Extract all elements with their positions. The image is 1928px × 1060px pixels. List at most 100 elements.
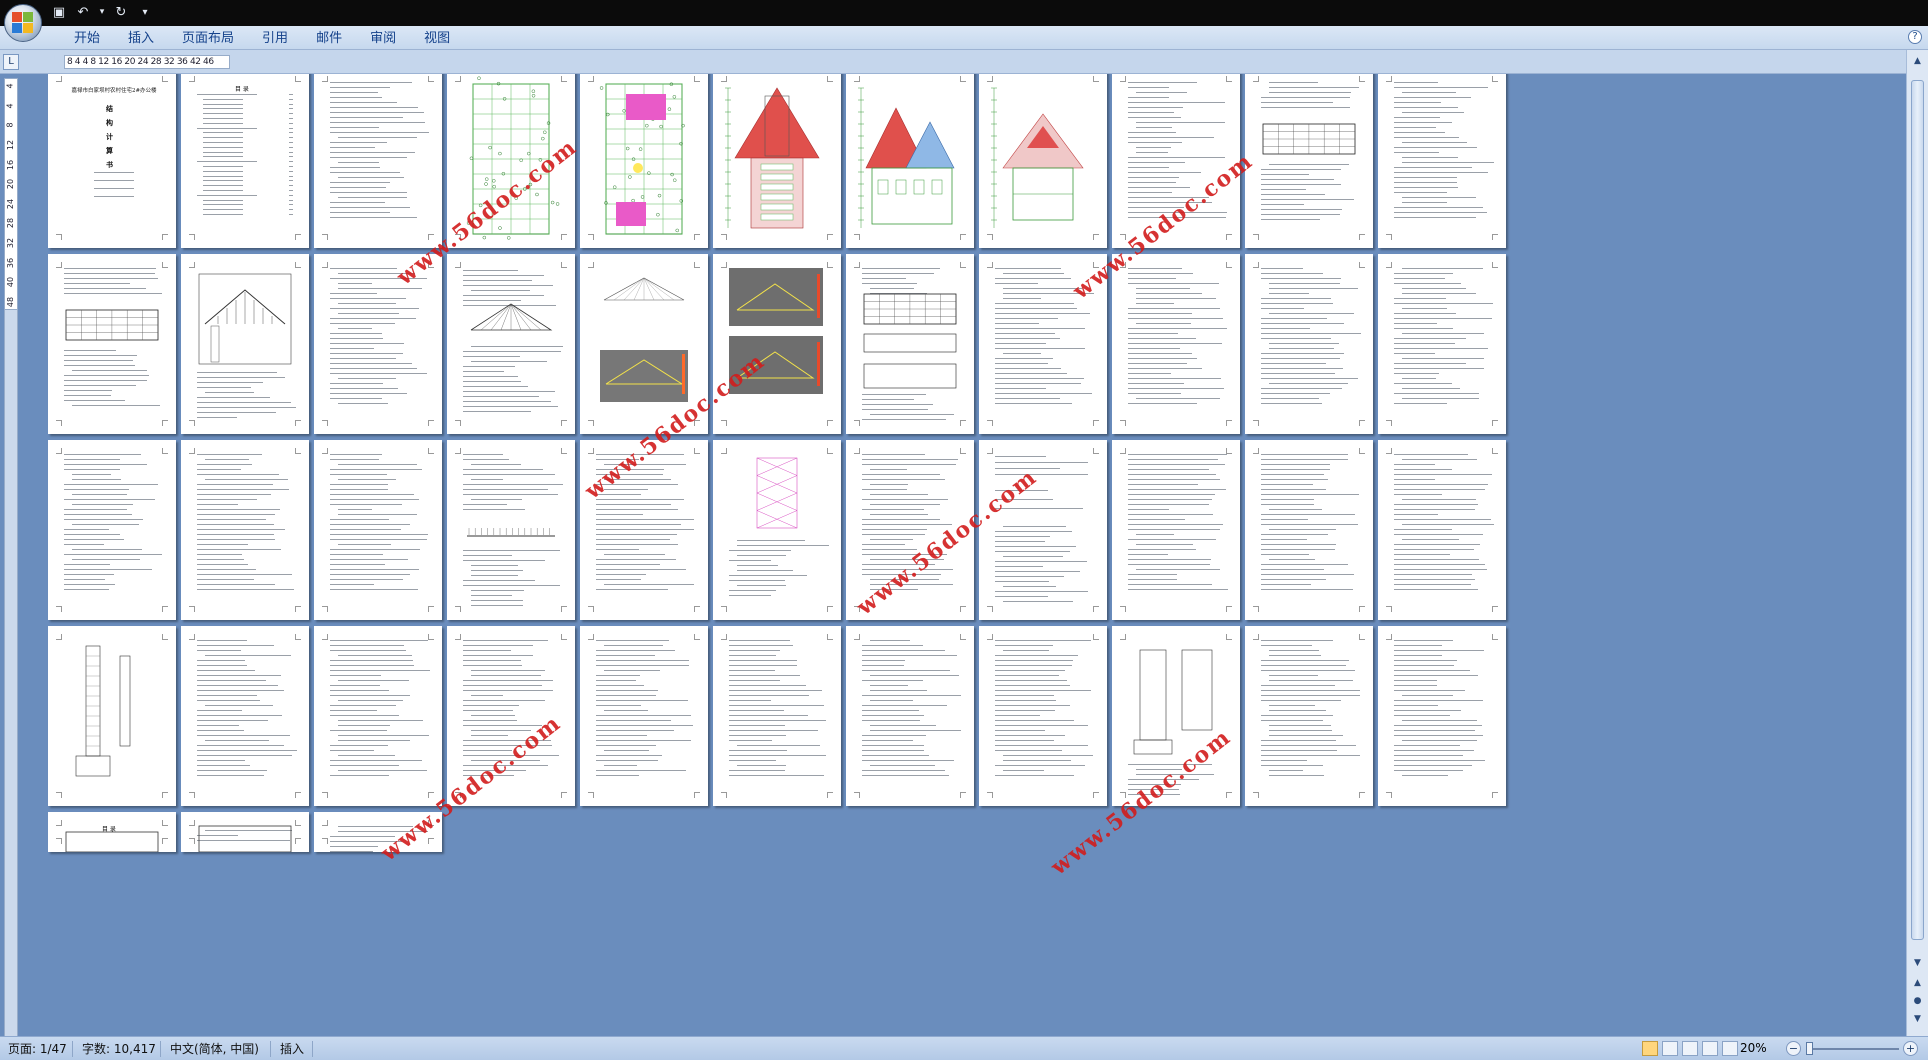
office-button[interactable] <box>4 4 42 42</box>
page-thumbnail[interactable] <box>580 74 708 248</box>
page-thumbnail[interactable] <box>314 74 442 248</box>
outline-view-button[interactable] <box>1702 1041 1718 1056</box>
page-thumbnail[interactable] <box>580 626 708 806</box>
page-content-graphic <box>1245 440 1373 620</box>
redo-icon[interactable]: ↻ <box>112 3 130 21</box>
zoom-out-icon[interactable]: − <box>1786 1041 1801 1056</box>
ribbon-tab-0[interactable]: 开始 <box>60 29 114 49</box>
page-thumbnail[interactable]: 目 录 <box>181 74 309 248</box>
page-thumbnail[interactable] <box>1378 254 1506 434</box>
tab-selector-button[interactable]: L <box>3 54 19 70</box>
full-screen-reading-button[interactable] <box>1662 1041 1678 1056</box>
page-thumbnail[interactable] <box>1245 74 1373 248</box>
page-content-graphic <box>65 831 159 852</box>
page-thumbnail[interactable] <box>846 626 974 806</box>
page-content-graphic <box>979 626 1107 806</box>
print-layout-view-button[interactable] <box>1642 1041 1658 1056</box>
vertical-ruler-label: 24 <box>6 198 15 209</box>
page-content-graphic <box>599 82 685 235</box>
page-thumbnail[interactable] <box>1112 440 1240 620</box>
page-thumbnail[interactable] <box>314 254 442 434</box>
page-content-graphic <box>1112 440 1240 620</box>
ribbon-tab-4[interactable]: 邮件 <box>302 29 356 49</box>
vertical-ruler-label: 20 <box>6 179 15 190</box>
page-thumbnail[interactable] <box>979 440 1107 620</box>
previous-page-icon[interactable]: ▲ <box>1910 976 1925 990</box>
ribbon-tab-3[interactable]: 引用 <box>248 29 302 49</box>
page-thumbnail[interactable]: 目 录 <box>48 812 176 852</box>
page-thumbnail[interactable] <box>846 74 974 248</box>
ribbon-tab-2[interactable]: 页面布局 <box>168 29 248 49</box>
page-thumbnail[interactable] <box>1245 440 1373 620</box>
web-layout-view-button[interactable] <box>1682 1041 1698 1056</box>
vertical-ruler-label: 32 <box>6 237 15 249</box>
vertical-scrollbar[interactable]: ▲ ▼ ▲ ● ▼ <box>1906 50 1928 1036</box>
page-content-graphic <box>1378 74 1506 248</box>
scroll-down-icon[interactable]: ▼ <box>1910 956 1925 970</box>
ribbon-tab-1[interactable]: 插入 <box>114 29 168 49</box>
help-icon[interactable]: ? <box>1908 30 1922 44</box>
page-thumbnail[interactable] <box>979 74 1107 248</box>
save-icon[interactable]: ▣ <box>50 3 68 21</box>
page-thumbnail[interactable] <box>181 626 309 806</box>
page-thumbnail[interactable] <box>48 626 176 806</box>
page-content-graphic <box>846 626 974 806</box>
page-thumbnail[interactable]: 嘉禄市白家坝村农村住宅2#办公楼结构计算书 <box>48 74 176 248</box>
browse-object-icon[interactable]: ● <box>1910 994 1925 1008</box>
page-content-graphic <box>198 825 292 852</box>
page-thumbnail[interactable] <box>314 440 442 620</box>
language-indicator[interactable]: 中文(简体, 中国) <box>170 1041 259 1057</box>
page-thumbnail[interactable] <box>1245 254 1373 434</box>
scrollbar-thumb[interactable] <box>1911 80 1924 940</box>
page-thumbnail[interactable] <box>48 254 176 434</box>
zoom-level[interactable]: 20% <box>1740 1041 1767 1055</box>
page-thumbnail[interactable] <box>1378 74 1506 248</box>
page-thumbnail[interactable] <box>713 626 841 806</box>
zoom-in-icon[interactable]: + <box>1903 1041 1918 1056</box>
next-page-icon[interactable]: ▼ <box>1910 1012 1925 1026</box>
page-thumbnail[interactable] <box>846 254 974 434</box>
ribbon-tab-5[interactable]: 审阅 <box>356 29 410 49</box>
scroll-up-icon[interactable]: ▲ <box>1910 54 1925 68</box>
page-thumbnail[interactable] <box>1112 254 1240 434</box>
page-thumbnail[interactable] <box>713 254 841 434</box>
title-bar: ▣ ↶ ▾ ↻ ▾ <box>0 0 1928 26</box>
page-indicator[interactable]: 页面: 1/47 <box>8 1041 67 1057</box>
insert-mode-indicator[interactable]: 插入 <box>280 1041 304 1057</box>
vertical-ruler[interactable]: 4 4 8 12 16 20 24 28 32 36 40 48 <box>4 78 18 310</box>
vertical-ruler-label: 48 <box>6 296 15 307</box>
undo-icon[interactable]: ↶ <box>74 3 92 21</box>
undo-dropdown-icon[interactable]: ▾ <box>98 3 106 21</box>
page-thumbnail[interactable] <box>713 74 841 248</box>
zoom-slider-track[interactable] <box>1807 1048 1899 1050</box>
horizontal-ruler[interactable]: 8 4 4 8 12 16 20 24 28 32 36 42 46 <box>64 55 230 69</box>
page-content-graphic <box>979 440 1107 620</box>
page-thumbnail[interactable] <box>181 440 309 620</box>
page-content-graphic <box>1245 626 1373 806</box>
page-thumbnail[interactable] <box>713 440 841 620</box>
page-thumbnail[interactable] <box>181 812 309 852</box>
page-thumbnail[interactable] <box>1378 440 1506 620</box>
page-thumbnail[interactable] <box>580 440 708 620</box>
page-thumbnail[interactable] <box>447 440 575 620</box>
customize-qat-icon[interactable]: ▾ <box>136 3 154 21</box>
ribbon-tab-6[interactable]: 视图 <box>410 29 464 49</box>
page-content-graphic <box>314 254 442 434</box>
page-content-graphic <box>75 645 131 777</box>
zoom-slider-thumb[interactable] <box>1806 1042 1813 1055</box>
word-count[interactable]: 字数: 10,417 <box>82 1041 156 1057</box>
page-thumbnail[interactable] <box>314 626 442 806</box>
page-thumbnail[interactable] <box>181 254 309 434</box>
page-thumbnail[interactable] <box>447 254 575 434</box>
ruler-area: L 8 4 4 8 12 16 20 24 28 32 36 42 46 <box>0 50 1928 74</box>
page-content-graphic <box>65 309 159 341</box>
page-thumbnail[interactable] <box>1245 626 1373 806</box>
vertical-ruler-label: 28 <box>6 218 15 229</box>
page-thumbnail[interactable] <box>979 626 1107 806</box>
page-content-graphic <box>181 440 309 620</box>
page-thumbnail[interactable] <box>1378 626 1506 806</box>
document-area[interactable]: 嘉禄市白家坝村农村住宅2#办公楼结构计算书目 录目 录 www.56doc.com… <box>22 74 1906 1036</box>
draft-view-button[interactable] <box>1722 1041 1738 1056</box>
page-content-graphic <box>1378 254 1506 434</box>
page-thumbnail[interactable] <box>48 440 176 620</box>
